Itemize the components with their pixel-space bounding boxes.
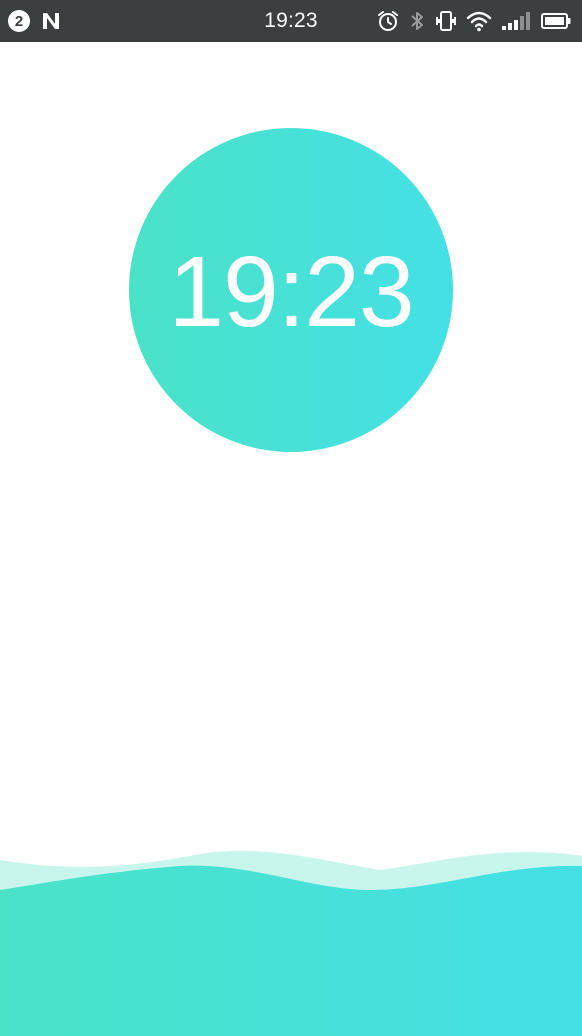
status-bar: 2 19:23 [0,0,582,42]
vibrate-icon [436,11,456,31]
signal-icon [502,12,530,30]
clock-circle: 19:23 [129,128,453,452]
wave-decoration [0,850,582,1036]
battery-icon [541,13,571,29]
status-right [376,0,572,42]
bluetooth-icon [411,12,423,30]
wifi-icon [466,11,492,32]
app-screen: 2 19:23 19:23 [0,0,582,1036]
clock-time: 19:23 [168,235,414,348]
alarm-icon [378,11,398,31]
